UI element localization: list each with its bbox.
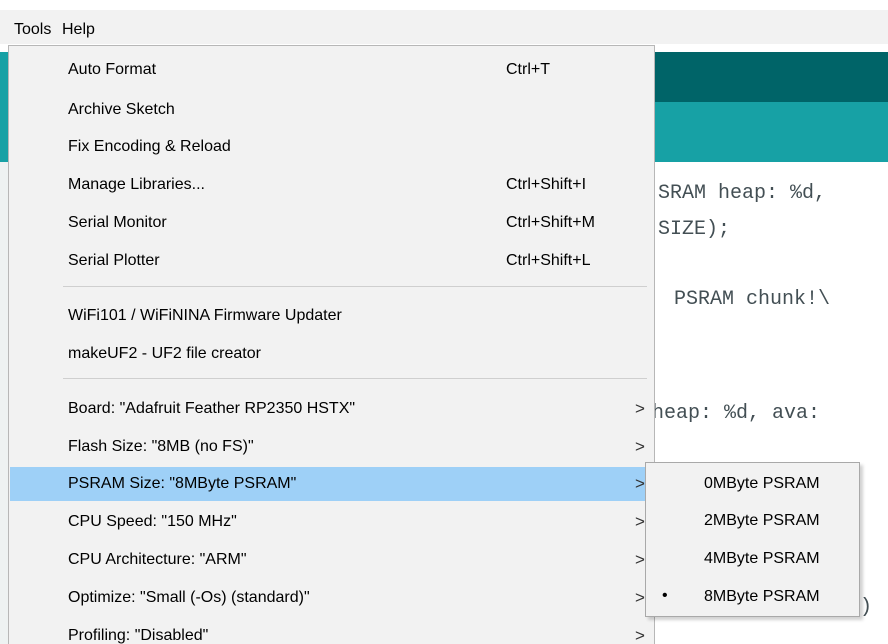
submenu-item-8mbyte[interactable]: • 8MByte PSRAM <box>646 579 859 613</box>
menu-item-makeuf2[interactable]: makeUF2 - UF2 file creator <box>10 337 654 371</box>
menu-item-cpu-speed[interactable]: CPU Speed: "150 MHz" > <box>10 505 654 539</box>
window-top-strip <box>0 0 888 10</box>
menu-item-firmware-updater[interactable]: WiFi101 / WiFiNINA Firmware Updater <box>10 299 654 333</box>
menu-item-label: Profiling: "Disabled" <box>68 627 209 644</box>
menu-tools[interactable]: Tools <box>14 21 51 39</box>
code-line: heap: %d, ava: <box>652 402 821 425</box>
code-line: SRAM heap: %d, <box>658 182 827 205</box>
chevron-right-icon: > <box>635 512 645 531</box>
menu-item-label: CPU Speed: "150 MHz" <box>68 513 237 530</box>
editor-toolbar <box>654 52 888 102</box>
selected-bullet-icon: • <box>662 587 668 604</box>
menu-item-optimize[interactable]: Optimize: "Small (-Os) (standard)" > <box>10 581 654 615</box>
menu-separator <box>63 378 647 379</box>
submenu-item-label: 0MByte PSRAM <box>704 475 820 492</box>
menu-item-shortcut: Ctrl+Shift+L <box>506 252 591 269</box>
menu-bar: Tools Help <box>0 10 888 44</box>
submenu-item-4mbyte[interactable]: 4MByte PSRAM <box>646 541 859 575</box>
menu-item-psram-size[interactable]: PSRAM Size: "8MByte PSRAM" > <box>10 467 654 501</box>
menu-item-label: makeUF2 - UF2 file creator <box>68 345 261 362</box>
submenu-item-0mbyte[interactable]: 0MByte PSRAM <box>646 466 859 500</box>
chevron-right-icon: > <box>635 588 645 607</box>
submenu-item-2mbyte[interactable]: 2MByte PSRAM <box>646 503 859 537</box>
menu-item-label: Serial Monitor <box>68 214 167 231</box>
submenu-item-label: 4MByte PSRAM <box>704 550 820 567</box>
code-fragment: ) <box>860 596 873 619</box>
menu-separator <box>63 286 647 287</box>
chevron-right-icon: > <box>635 399 645 418</box>
menu-item-label: Archive Sketch <box>68 101 175 118</box>
menu-item-shortcut: Ctrl+Shift+I <box>506 176 587 193</box>
menu-item-fix-encoding[interactable]: Fix Encoding & Reload <box>10 130 654 164</box>
chevron-right-icon: > <box>635 626 645 644</box>
menu-item-shortcut: Ctrl+T <box>506 61 550 78</box>
menu-item-label: PSRAM Size: "8MByte PSRAM" <box>68 475 297 492</box>
chevron-right-icon: > <box>635 550 645 569</box>
menu-item-shortcut: Ctrl+Shift+M <box>506 214 595 231</box>
menu-item-serial-plotter[interactable]: Serial Plotter Ctrl+Shift+L <box>10 244 654 278</box>
menu-item-label: Optimize: "Small (-Os) (standard)" <box>68 589 310 606</box>
menu-item-serial-monitor[interactable]: Serial Monitor Ctrl+Shift+M <box>10 206 654 240</box>
menu-item-archive-sketch[interactable]: Archive Sketch <box>10 93 654 127</box>
menu-item-label: Board: "Adafruit Feather RP2350 HSTX" <box>68 400 356 417</box>
menu-item-label: Auto Format <box>68 61 157 78</box>
menu-help[interactable]: Help <box>62 21 95 39</box>
menu-item-profiling[interactable]: Profiling: "Disabled" > <box>10 619 654 644</box>
menu-item-board[interactable]: Board: "Adafruit Feather RP2350 HSTX" > <box>10 392 654 426</box>
menu-item-flash-size[interactable]: Flash Size: "8MB (no FS)" > <box>10 430 654 464</box>
menu-item-label: Fix Encoding & Reload <box>68 138 231 155</box>
submenu-item-label: 8MByte PSRAM <box>704 588 820 605</box>
menu-item-label: CPU Architecture: "ARM" <box>68 551 247 568</box>
tools-menu: Auto Format Ctrl+T Archive Sketch Fix En… <box>8 45 655 644</box>
chevron-right-icon: > <box>635 437 645 456</box>
editor-gutter <box>0 162 8 644</box>
menu-item-auto-format[interactable]: Auto Format Ctrl+T <box>10 53 654 87</box>
menu-item-label: Manage Libraries... <box>68 176 205 193</box>
code-line: PSRAM chunk!\ <box>674 288 831 311</box>
window-left-edge <box>0 52 8 162</box>
code-line: SIZE); <box>658 218 731 241</box>
submenu-item-label: 2MByte PSRAM <box>704 512 820 529</box>
menu-item-cpu-architecture[interactable]: CPU Architecture: "ARM" > <box>10 543 654 577</box>
psram-submenu: 0MByte PSRAM 2MByte PSRAM 4MByte PSRAM •… <box>645 462 860 617</box>
editor-tab-strip <box>654 102 888 162</box>
chevron-right-icon: > <box>635 474 645 493</box>
menu-item-label: WiFi101 / WiFiNINA Firmware Updater <box>68 307 342 324</box>
menu-item-label: Serial Plotter <box>68 252 160 269</box>
menu-item-manage-libraries[interactable]: Manage Libraries... Ctrl+Shift+I <box>10 168 654 202</box>
menu-item-label: Flash Size: "8MB (no FS)" <box>68 438 254 455</box>
